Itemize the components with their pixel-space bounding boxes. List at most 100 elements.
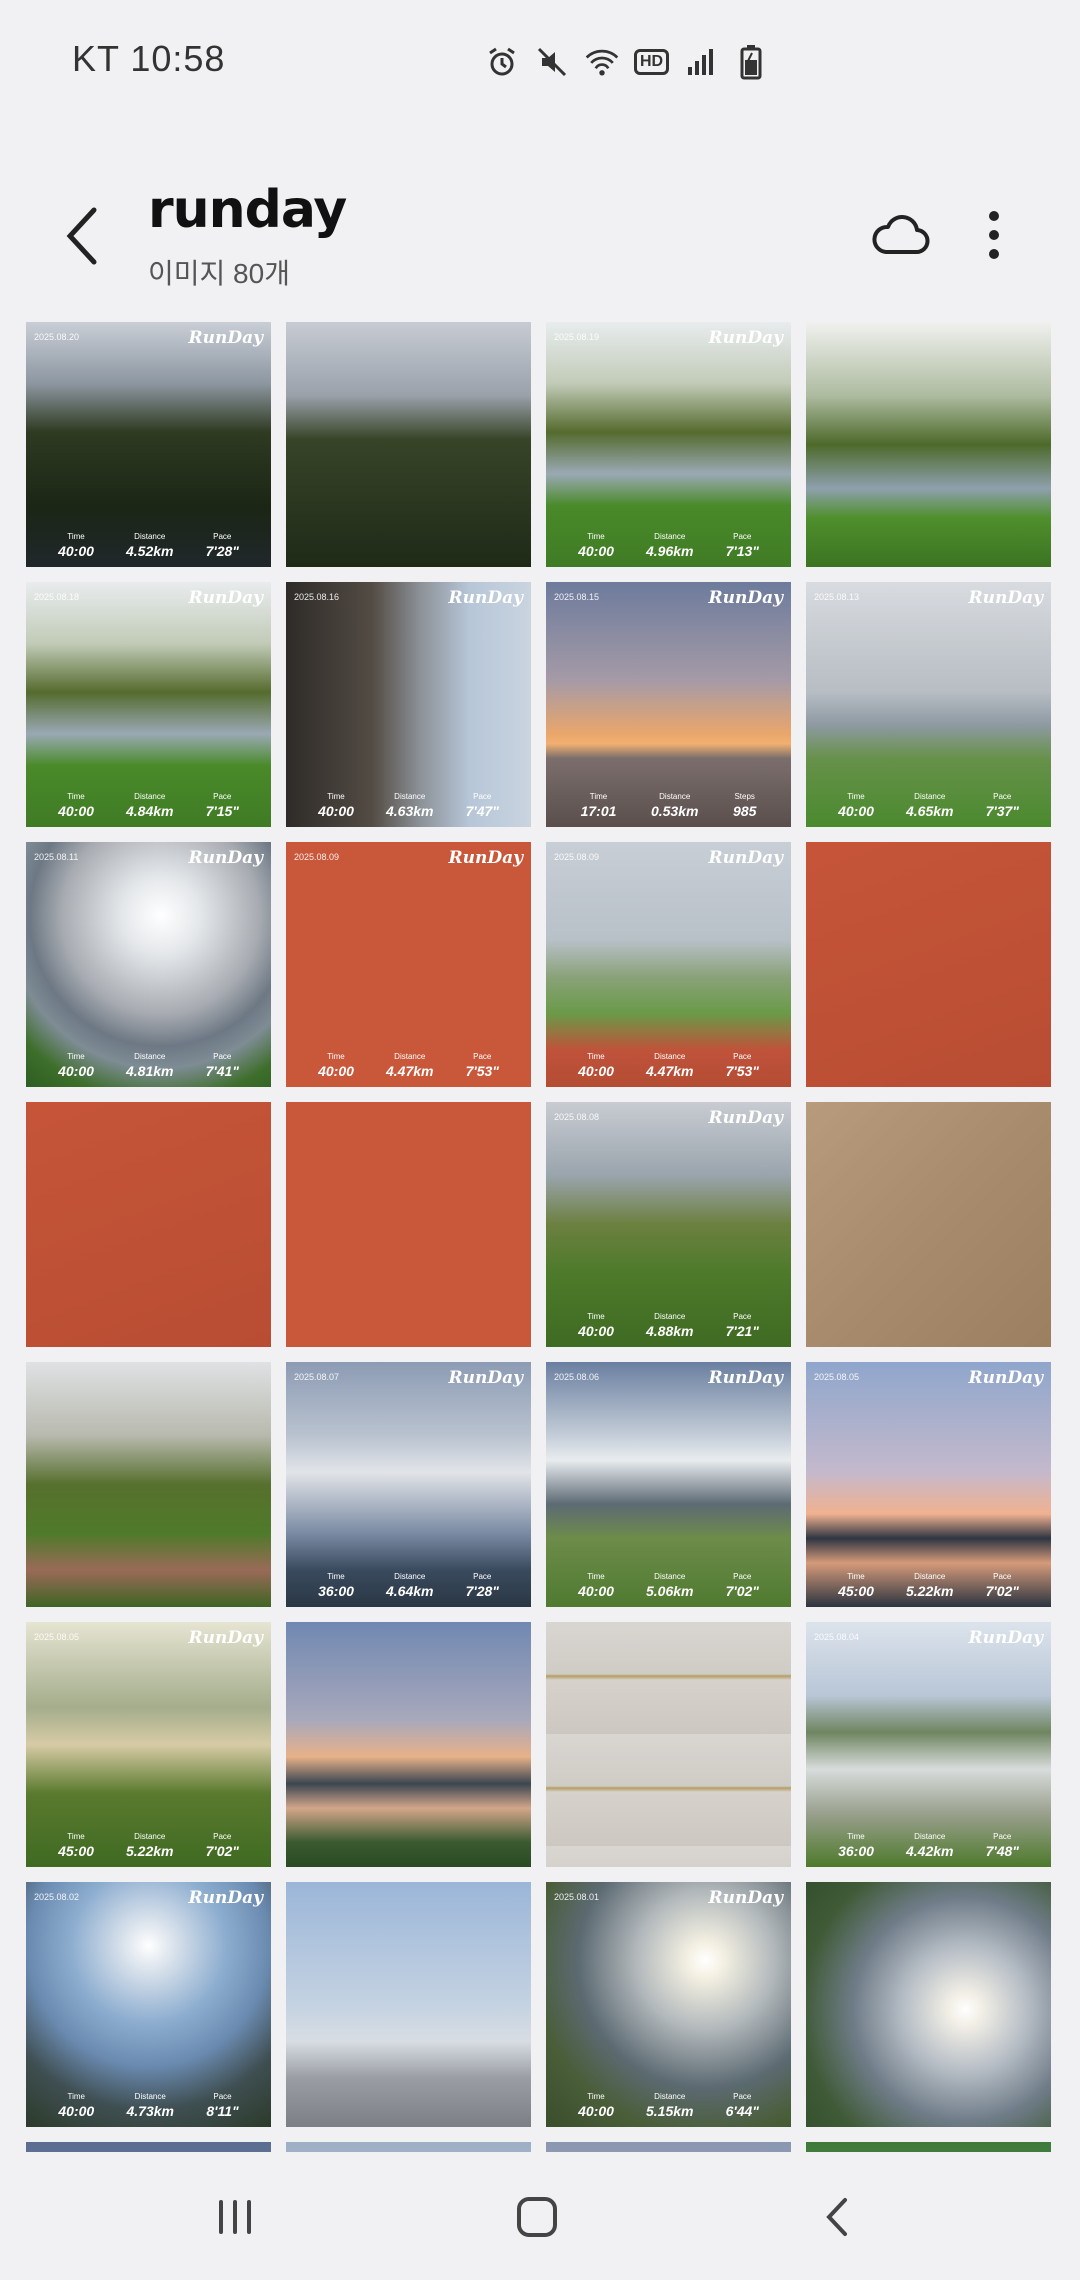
run-stat: Distance 4.47km — [386, 1052, 433, 1079]
run-stat-value: 5.22km — [906, 1583, 954, 1599]
run-stat-label: Time — [847, 1832, 865, 1841]
photo-thumbnail[interactable] — [806, 2142, 1051, 2152]
run-stat-value: 40:00 — [318, 1063, 354, 1079]
run-stat-value: 5.06km — [646, 1583, 694, 1599]
run-stat-label: Distance — [914, 1572, 946, 1581]
run-stat-value: 7'37" — [985, 803, 1019, 819]
run-stat: Pace 7'02" — [726, 1572, 759, 1599]
run-stat: Time 40:00 — [578, 1312, 614, 1339]
photo-thumbnail[interactable] — [286, 1102, 531, 1347]
runday-logo-overlay: RunDay — [448, 1368, 523, 1388]
wifi-icon — [584, 44, 620, 80]
run-stat: Pace 7'41" — [206, 1052, 239, 1079]
more-options-button[interactable] — [974, 202, 1014, 268]
run-stat-label: Time — [587, 1312, 605, 1321]
run-stat-value: 40:00 — [578, 1583, 614, 1599]
photo-thumbnail[interactable] — [26, 1102, 271, 1347]
photo-thumbnail[interactable] — [806, 1102, 1051, 1347]
photo-thumbnail[interactable]: 2025.08.02 RunDay Time 40:00 Distance 4.73km P… — [26, 1882, 271, 2127]
run-stat-value: 40:00 — [58, 1063, 94, 1079]
photo-grid[interactable]: 2025.08.20 RunDay Time 40:00 Distance 4.52km P… — [26, 322, 1054, 2152]
cloud-sync-button[interactable] — [868, 202, 934, 268]
run-stat-value: 45:00 — [58, 1843, 94, 1859]
run-stat: Distance 4.52km — [126, 532, 173, 559]
home-button[interactable] — [502, 2182, 572, 2252]
photo-thumbnail[interactable]: 2025.08.05 RunDay Time 45:00 Distance 5.22km P… — [26, 1622, 271, 1867]
run-stats-overlay: Time 40:00 Distance 4.65km Pace 7'37" — [806, 792, 1051, 819]
photo-thumbnail[interactable]: 2025.08.04 RunDay Time 36:00 Distance 4.42km P… — [806, 1622, 1051, 1867]
run-stat-label: Time — [67, 1052, 85, 1061]
photo-thumbnail[interactable] — [806, 1882, 1051, 2127]
run-stat-value: 7'53" — [725, 1063, 759, 1079]
back-nav-button[interactable] — [804, 2182, 874, 2252]
run-stat-value: 7'02" — [205, 1843, 239, 1859]
run-stat-label: Pace — [993, 1832, 1012, 1841]
run-stat: Pace 7'53" — [466, 1052, 499, 1079]
recents-button[interactable] — [200, 2182, 270, 2252]
photo-thumbnail[interactable] — [286, 2142, 531, 2152]
run-stat: Pace 7'28" — [466, 1572, 499, 1599]
photo-thumbnail[interactable] — [546, 1622, 791, 1867]
run-stat-label: Distance — [134, 532, 166, 541]
photo-thumbnail[interactable]: 2025.08.15 RunDay Time 17:01 Distance 0.53km S… — [546, 582, 791, 827]
run-stat-label: Time — [327, 1052, 345, 1061]
photo-thumbnail[interactable]: 2025.08.09 RunDay Time 40:00 Distance 4.47km P… — [286, 842, 531, 1087]
run-stat-label: Time — [587, 1052, 605, 1061]
run-stat-label: Pace — [733, 2092, 752, 2101]
photo-thumbnail[interactable]: 2025.08.01 RunDay Time 40:00 Distance 5.15km P… — [546, 1882, 791, 2127]
photo-thumbnail[interactable]: 2025.08.13 RunDay Time 40:00 Distance 4.65km P… — [806, 582, 1051, 827]
photo-date-overlay: 2025.08.01 — [554, 1892, 600, 1902]
recents-icon — [219, 2200, 251, 2234]
album-header: runday 이미지 80개 — [0, 160, 1080, 310]
photo-thumbnail[interactable]: 2025.08.07 RunDay Time 36:00 Distance 4.64km P… — [286, 1362, 531, 1607]
photo-date-overlay: 2025.08.19 — [554, 332, 600, 342]
run-stat-label: Pace — [993, 1572, 1012, 1581]
run-stat-label: Pace — [213, 2092, 232, 2101]
photo-thumbnail[interactable]: 2025.08.05 RunDay Time 45:00 Distance 5.22km P… — [806, 1362, 1051, 1607]
photo-thumbnail[interactable]: 2025.08.16 RunDay Time 40:00 Distance 4.63km P… — [286, 582, 531, 827]
photo-thumbnail[interactable] — [286, 1622, 531, 1867]
run-stats-overlay: Time 40:00 Distance 4.73km Pace 8'11" — [26, 2092, 271, 2119]
photo-date-overlay: 2025.08.20 — [34, 332, 80, 342]
run-stat-label: Time — [67, 792, 85, 801]
run-stat: Distance 4.88km — [646, 1312, 693, 1339]
photo-thumbnail[interactable] — [286, 322, 531, 567]
run-stat: Time 36:00 — [838, 1832, 874, 1859]
run-stat-value: 17:01 — [580, 803, 617, 819]
run-stat-label: Pace — [213, 1052, 232, 1061]
runday-logo-overlay: RunDay — [968, 1628, 1043, 1648]
run-stats-overlay: Time 40:00 Distance 4.52km Pace 7'28" — [26, 532, 271, 559]
run-stat-value: 4.88km — [646, 1323, 694, 1339]
photo-thumbnail[interactable] — [26, 1362, 271, 1607]
runday-logo-overlay: RunDay — [708, 1368, 783, 1388]
photo-thumbnail[interactable] — [26, 2142, 271, 2152]
runday-logo-overlay: RunDay — [968, 1368, 1043, 1388]
back-button[interactable] — [56, 200, 112, 272]
photo-thumbnail[interactable] — [806, 322, 1051, 567]
photo-thumbnail[interactable]: 2025.08.06 RunDay Time 40:00 Distance 5.06km P… — [546, 1362, 791, 1607]
run-stat-value: 7'13" — [725, 543, 759, 559]
photo-thumbnail[interactable]: 2025.08.08 RunDay Time 40:00 Distance 4.88km P… — [546, 1102, 791, 1347]
run-stat-value: 45:00 — [838, 1583, 874, 1599]
photo-thumbnail[interactable]: 2025.08.19 RunDay Time 40:00 Distance 4.96km P… — [546, 322, 791, 567]
run-stat-value: 4.81km — [126, 1063, 174, 1079]
run-stat: Distance 4.84km — [126, 792, 173, 819]
photo-thumbnail[interactable]: 2025.08.09 RunDay Time 40:00 Distance 4.47km P… — [546, 842, 791, 1087]
status-bar: KT 10:58 HD — [0, 0, 1080, 120]
run-stat: Distance 4.47km — [646, 1052, 693, 1079]
run-stat-value: 7'02" — [725, 1583, 759, 1599]
run-stat-label: Steps — [734, 792, 755, 801]
run-stat: Pace 7'48" — [986, 1832, 1019, 1859]
photo-thumbnail[interactable] — [806, 842, 1051, 1087]
photo-thumbnail[interactable]: 2025.08.11 RunDay Time 40:00 Distance 4.81km P… — [26, 842, 271, 1087]
run-stat-value: 4.64km — [386, 1583, 434, 1599]
photo-thumbnail[interactable]: 2025.08.20 RunDay Time 40:00 Distance 4.52km P… — [26, 322, 271, 567]
photo-thumbnail[interactable]: 2025.08.18 RunDay Time 40:00 Distance 4.84km P… — [26, 582, 271, 827]
run-stat-value: 40:00 — [838, 803, 874, 819]
run-stat-label: Distance — [134, 1052, 166, 1061]
run-stat-label: Pace — [993, 792, 1012, 801]
run-stat: Time 45:00 — [838, 1572, 874, 1599]
photo-thumbnail[interactable] — [546, 2142, 791, 2152]
photo-thumbnail[interactable] — [286, 1882, 531, 2127]
runday-logo-overlay: RunDay — [448, 848, 523, 868]
